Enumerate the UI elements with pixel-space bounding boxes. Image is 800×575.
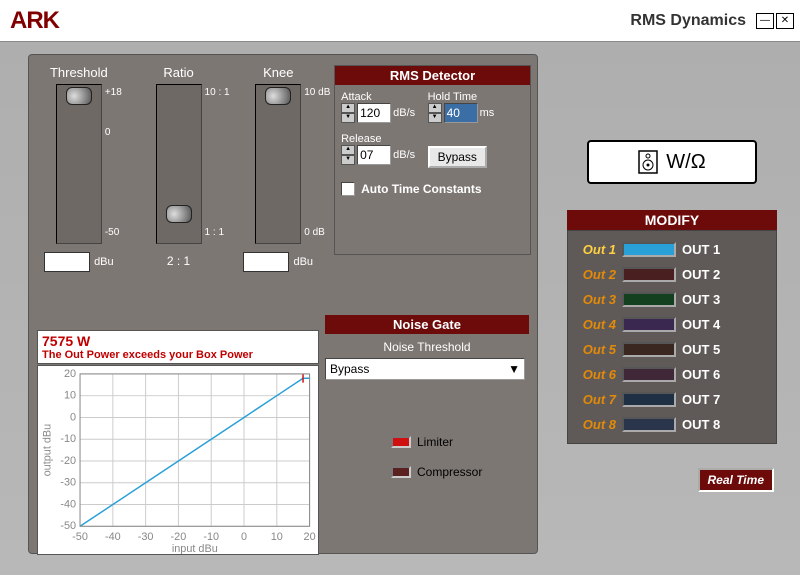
out-label: Out 1 <box>574 242 616 257</box>
out-select-button[interactable] <box>622 342 676 357</box>
legend-compressor: Compressor <box>417 465 482 479</box>
svg-text:output dBu: output dBu <box>41 424 53 477</box>
out-label: Out 6 <box>574 367 616 382</box>
out-label: Out 5 <box>574 342 616 357</box>
ratio-label: Ratio <box>135 65 223 80</box>
svg-text:-20: -20 <box>171 531 187 543</box>
ratio-value: 2 : 1 <box>156 252 202 272</box>
main-panel: Threshold +18 0 -50 18.0 dBu Ratio <box>28 54 538 554</box>
out-select-button[interactable] <box>622 292 676 307</box>
out-name: OUT 8 <box>682 417 720 432</box>
release-input[interactable]: 07 <box>357 145 391 165</box>
hold-spinner[interactable]: ▲▼ <box>428 103 442 123</box>
out-select-button[interactable] <box>622 392 676 407</box>
power-value: 7575 W <box>42 333 314 349</box>
out-label: Out 2 <box>574 267 616 282</box>
svg-text:-10: -10 <box>203 531 219 543</box>
out-name: OUT 3 <box>682 292 720 307</box>
speaker-icon <box>638 150 658 174</box>
out-label: Out 8 <box>574 417 616 432</box>
legend-limiter: Limiter <box>417 435 453 449</box>
watts-ohms-button[interactable]: W/Ω <box>587 140 757 184</box>
svg-text:input dBu: input dBu <box>172 543 218 554</box>
brand-logo: ARK <box>10 7 59 35</box>
gate-threshold-select[interactable]: Bypass ▼ <box>325 358 525 380</box>
knee-label: Knee <box>234 65 322 80</box>
bypass-button[interactable]: Bypass <box>428 146 487 168</box>
chart-legend: Limiter Compressor <box>391 435 482 495</box>
gate-header: Noise Gate <box>325 315 529 334</box>
limiter-swatch <box>391 436 411 448</box>
output-row-1: Out 1 OUT 1 <box>574 237 770 262</box>
out-select-button[interactable] <box>622 317 676 332</box>
hold-input[interactable]: 40 <box>444 103 478 123</box>
threshold-label: Threshold <box>35 65 123 80</box>
out-label: Out 4 <box>574 317 616 332</box>
knee-value[interactable]: 4.0 <box>243 252 289 272</box>
out-name: OUT 7 <box>682 392 720 407</box>
out-name: OUT 2 <box>682 267 720 282</box>
realtime-button[interactable]: Real Time <box>698 468 774 492</box>
chevron-down-icon: ▼ <box>508 362 520 376</box>
gate-threshold-label: Noise Threshold <box>325 340 529 354</box>
output-row-7: Out 7 OUT 7 <box>574 387 770 412</box>
svg-text:-40: -40 <box>60 498 76 510</box>
minimize-button[interactable]: — <box>756 13 774 29</box>
svg-text:-30: -30 <box>138 531 154 543</box>
svg-text:-40: -40 <box>105 531 121 543</box>
hold-label: Hold Time <box>428 91 495 103</box>
threshold-slider[interactable]: +18 0 -50 <box>56 84 102 244</box>
close-button[interactable]: ✕ <box>776 13 794 29</box>
svg-text:20: 20 <box>304 531 316 543</box>
out-select-button[interactable] <box>622 267 676 282</box>
ratio-slider[interactable]: 10 : 1 1 : 1 <box>156 84 202 244</box>
svg-text:-50: -50 <box>60 520 76 532</box>
power-message: The Out Power exceeds your Box Power <box>42 349 314 361</box>
knee-slider[interactable]: 10 dB 0 dB <box>255 84 301 244</box>
release-spinner[interactable]: ▲▼ <box>341 145 355 165</box>
output-row-8: Out 8 OUT 8 <box>574 412 770 437</box>
threshold-value[interactable]: 18.0 <box>44 252 90 272</box>
output-row-2: Out 2 OUT 2 <box>574 262 770 287</box>
out-name: OUT 5 <box>682 342 720 357</box>
output-row-3: Out 3 OUT 3 <box>574 287 770 312</box>
svg-text:10: 10 <box>271 531 283 543</box>
out-name: OUT 1 <box>682 242 720 257</box>
attack-spinner[interactable]: ▲▼ <box>341 103 355 123</box>
out-name: OUT 4 <box>682 317 720 332</box>
out-name: OUT 6 <box>682 367 720 382</box>
svg-text:20: 20 <box>64 368 76 380</box>
out-label: Out 3 <box>574 292 616 307</box>
output-row-6: Out 6 OUT 6 <box>574 362 770 387</box>
modify-panel: MODIFY Out 1OUT 1Out 2OUT 2Out 3OUT 3Out… <box>567 210 777 444</box>
transfer-chart: -50 -40 -30 -20 -10 0 10 20 -50 -40 -30 -20 -10 0 10 20… <box>37 365 319 555</box>
compressor-swatch <box>391 466 411 478</box>
rms-header: RMS Detector <box>335 66 530 85</box>
out-select-button[interactable] <box>622 242 676 257</box>
release-label: Release <box>341 133 415 145</box>
modify-header: MODIFY <box>567 210 777 230</box>
auto-time-label: Auto Time Constants <box>361 182 481 196</box>
svg-text:-50: -50 <box>72 531 88 543</box>
auto-time-checkbox[interactable] <box>341 182 355 196</box>
power-warning: 7575 W The Out Power exceeds your Box Po… <box>37 330 319 364</box>
rms-detector-panel: RMS Detector Attack ▲▼ 120 dB/s Hold Tim… <box>334 65 531 255</box>
attack-label: Attack <box>341 91 415 103</box>
out-select-button[interactable] <box>622 417 676 432</box>
output-row-4: Out 4 OUT 4 <box>574 312 770 337</box>
svg-text:-30: -30 <box>60 477 76 489</box>
svg-text:0: 0 <box>241 531 247 543</box>
out-select-button[interactable] <box>622 367 676 382</box>
window-title: RMS Dynamics <box>630 12 746 30</box>
svg-text:0: 0 <box>70 411 76 423</box>
noise-gate-panel: Noise Gate Noise Threshold Bypass ▼ <box>325 315 529 380</box>
output-row-5: Out 5 OUT 5 <box>574 337 770 362</box>
svg-text:-20: -20 <box>60 455 76 467</box>
attack-input[interactable]: 120 <box>357 103 391 123</box>
out-label: Out 7 <box>574 392 616 407</box>
svg-text:-10: -10 <box>60 433 76 445</box>
svg-text:10: 10 <box>64 390 76 402</box>
